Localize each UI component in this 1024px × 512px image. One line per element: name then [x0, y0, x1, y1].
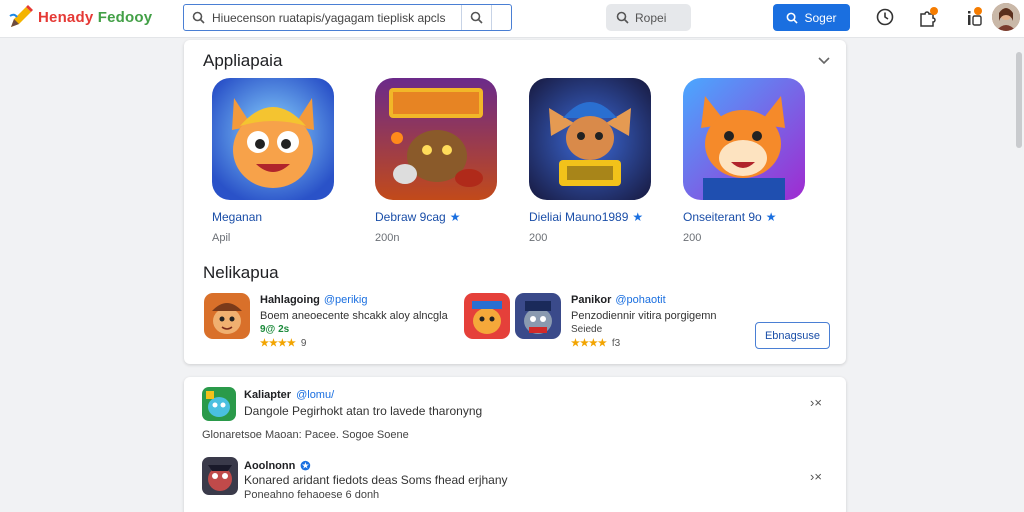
item-name: Panikor: [571, 294, 612, 306]
item-description: Dangole Pegirhokt atan tro lavede tharon…: [244, 404, 483, 418]
app-icon[interactable]: [204, 293, 250, 339]
scrollbar-thumb[interactable]: [1016, 52, 1022, 148]
featured-item[interactable]: Panikor @pohaotit Penzodiennir vitira por…: [571, 294, 717, 349]
item-meta: Glonaretsoe Maoan: Pacee. Sogoe Soene: [202, 429, 409, 441]
app-name: Henady Fedooy: [38, 9, 152, 26]
item-version: 9@ 2s: [260, 324, 290, 335]
app-name: Meganan: [212, 210, 263, 224]
search-box[interactable]: [183, 4, 512, 31]
search-icon: [184, 11, 212, 24]
star-rating-icon: ★★★★: [260, 338, 296, 349]
section-title: Nelikapua: [203, 263, 279, 282]
clock-icon[interactable]: [874, 6, 896, 28]
user-avatar[interactable]: [992, 3, 1020, 31]
pencil-logo-icon: [9, 5, 33, 27]
item-rating: ★★★★ 9: [260, 338, 448, 349]
app-name: Debraw 9cag: [375, 210, 446, 224]
item-description: Konared aridant fiedots deas Soms fhead …: [244, 473, 508, 487]
app-icon: [683, 78, 805, 200]
item-name: Aoolnonn: [244, 460, 296, 472]
app-subtitle: 200: [529, 232, 548, 244]
verified-star-icon: ✪: [300, 459, 311, 473]
item-rating: ★★★★ f3: [571, 338, 717, 349]
dismiss-chevron-icon[interactable]: ›×: [810, 395, 822, 410]
app-subtitle: 200n: [375, 232, 400, 244]
app-tile[interactable]: Meganan Apil: [212, 78, 352, 244]
app-tile[interactable]: Dieliai Mauno1989 ★ 200: [529, 78, 669, 244]
dismiss-chevron-icon[interactable]: ›×: [810, 469, 822, 484]
app-icon: [375, 78, 497, 200]
app-logo[interactable]: Henady Fedooy: [8, 4, 152, 30]
secondary-search-label: Ropei: [635, 10, 667, 25]
search-icon: [470, 11, 483, 24]
rating-value: f3: [611, 338, 621, 349]
verified-star-icon: ★: [632, 210, 644, 224]
featured-item[interactable]: Hahlagoing @perikig Boem aneoecente shcak…: [260, 294, 448, 349]
alert-notification-icon[interactable]: [962, 6, 984, 28]
section-title: Appliapaia: [203, 51, 283, 70]
app-icon: [202, 387, 236, 421]
star-rating-icon: ★★★★: [571, 338, 607, 349]
search-submit-button[interactable]: [461, 5, 491, 30]
primary-button-label: Soger: [804, 10, 837, 25]
app-icon: [202, 457, 238, 495]
apps-card: Appliapaia Meganan Apil Debraw 9cag ★ 20…: [184, 40, 846, 364]
search-icon: [616, 11, 629, 24]
search-input[interactable]: [212, 5, 461, 30]
logo-word-2: Fedooy: [97, 8, 153, 26]
item-description: Penzodiennir vitira porgigemn: [571, 310, 717, 322]
chevron-down-icon[interactable]: [817, 53, 831, 67]
top-bar: Henady Fedooy Ropei Soger: [0, 0, 1024, 38]
item-description: Boem aneoecente shcakk aloy alncgla: [260, 310, 448, 322]
item-tag: @perikig: [323, 294, 368, 306]
search-icon: [787, 12, 799, 24]
app-icon: [529, 78, 651, 200]
item-meta: Poneahno fehaoese 6 donh: [244, 489, 380, 501]
app-icon[interactable]: [464, 293, 510, 339]
logo-word-1: Henady: [38, 8, 94, 26]
search-extra-slot[interactable]: [491, 5, 511, 30]
secondary-search-button[interactable]: Ropei: [606, 4, 691, 31]
results-list-card: Kaliapter @lomu/ Dangole Pegirhokt atan t…: [184, 377, 846, 512]
item-name: Hahlagoing: [260, 294, 320, 306]
verified-star-icon: ★: [765, 210, 777, 224]
app-subtitle: Apil: [212, 232, 231, 244]
app-tile[interactable]: Debraw 9cag ★ 200n: [375, 78, 515, 244]
verified-star-icon: ★: [449, 210, 461, 224]
app-name: Onseiterant 9o: [683, 210, 762, 224]
app-tile[interactable]: Onseiterant 9o ★ 200: [683, 78, 823, 244]
item-version: Seiede: [571, 324, 603, 335]
app-icon[interactable]: [515, 293, 561, 339]
puzzle-notification-icon[interactable]: [918, 6, 940, 28]
item-tag: @lomu/: [296, 389, 335, 401]
primary-search-button[interactable]: Soger: [773, 4, 850, 31]
rating-value: 9: [300, 338, 307, 349]
app-icon: [212, 78, 334, 200]
app-subtitle: 200: [683, 232, 702, 244]
action-button[interactable]: Ebnagsuse: [755, 322, 830, 349]
item-name: Kaliapter: [244, 389, 292, 401]
item-tag: @pohaotit: [615, 294, 666, 306]
app-name: Dieliai Mauno1989: [529, 210, 629, 224]
